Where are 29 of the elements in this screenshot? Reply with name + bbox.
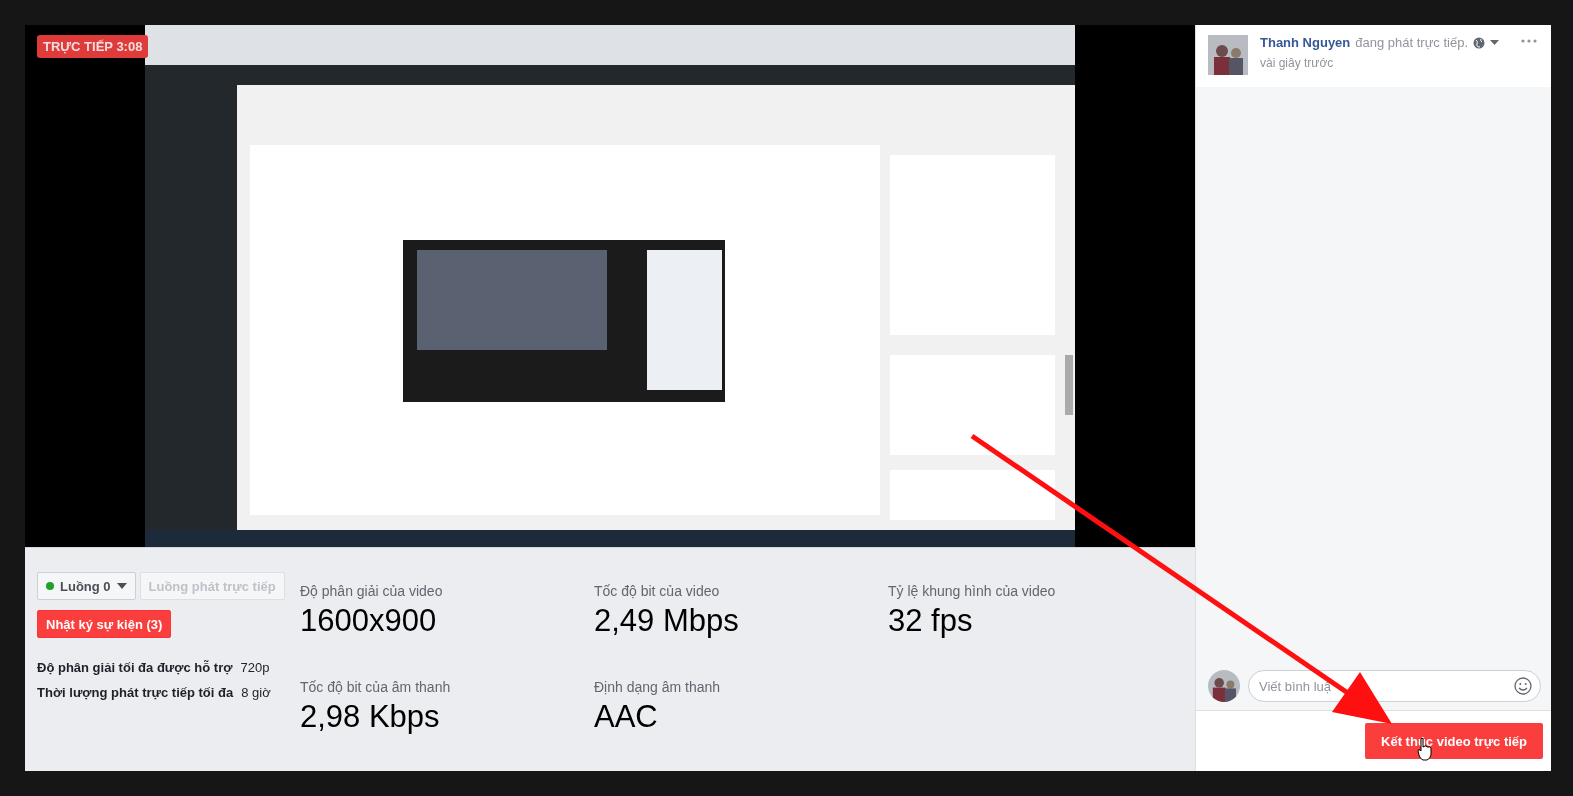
author-name[interactable]: Thanh Nguyen	[1260, 35, 1351, 50]
stat-label: Độ phân giải của video	[300, 583, 444, 599]
more-icon[interactable]	[1521, 39, 1537, 43]
stat-value: 1600x900	[300, 603, 438, 639]
post-action: đang phát trực tiếp.	[1355, 35, 1469, 50]
avatar-icon	[1208, 35, 1248, 75]
stat-label: Tỷ lệ khung hình của video	[888, 583, 1057, 599]
globe-icon[interactable]	[1473, 36, 1486, 49]
live-badge: TRỰC TIẾP 3:08	[37, 35, 149, 58]
stat-label: Định dạng âm thanh	[594, 679, 722, 695]
caret-icon	[116, 583, 127, 589]
limit-label: Độ phân giải tối đa được hỗ trợ	[37, 660, 233, 675]
post-time[interactable]: vài giây trước	[1260, 56, 1500, 70]
stat-value: 2,98 Kbps	[300, 699, 441, 735]
stat-value: 32 fps	[888, 603, 974, 639]
stat-value: AAC	[594, 699, 659, 735]
emoji-icon[interactable]	[1514, 677, 1532, 695]
avatar-icon	[1208, 670, 1240, 702]
status-dot-icon	[46, 582, 54, 590]
stat-label: Tốc độ bit của video	[594, 583, 721, 599]
stat-value: 2,49 Mbps	[594, 603, 740, 639]
stat-label: Tốc độ bit của âm thanh	[300, 679, 452, 695]
comment-field[interactable]: Viết bình luậ	[1248, 670, 1541, 702]
limit-value: 720p	[240, 660, 270, 675]
stream-dropdown[interactable]: Luồng 0	[37, 572, 136, 600]
limit-value: 8 giờ	[241, 685, 271, 700]
event-log-button[interactable]: Nhật ký sự kiện (3)	[37, 610, 172, 638]
limit-label: Thời lượng phát trực tiếp tối đa	[37, 685, 234, 700]
caret-icon[interactable]	[1490, 40, 1500, 45]
